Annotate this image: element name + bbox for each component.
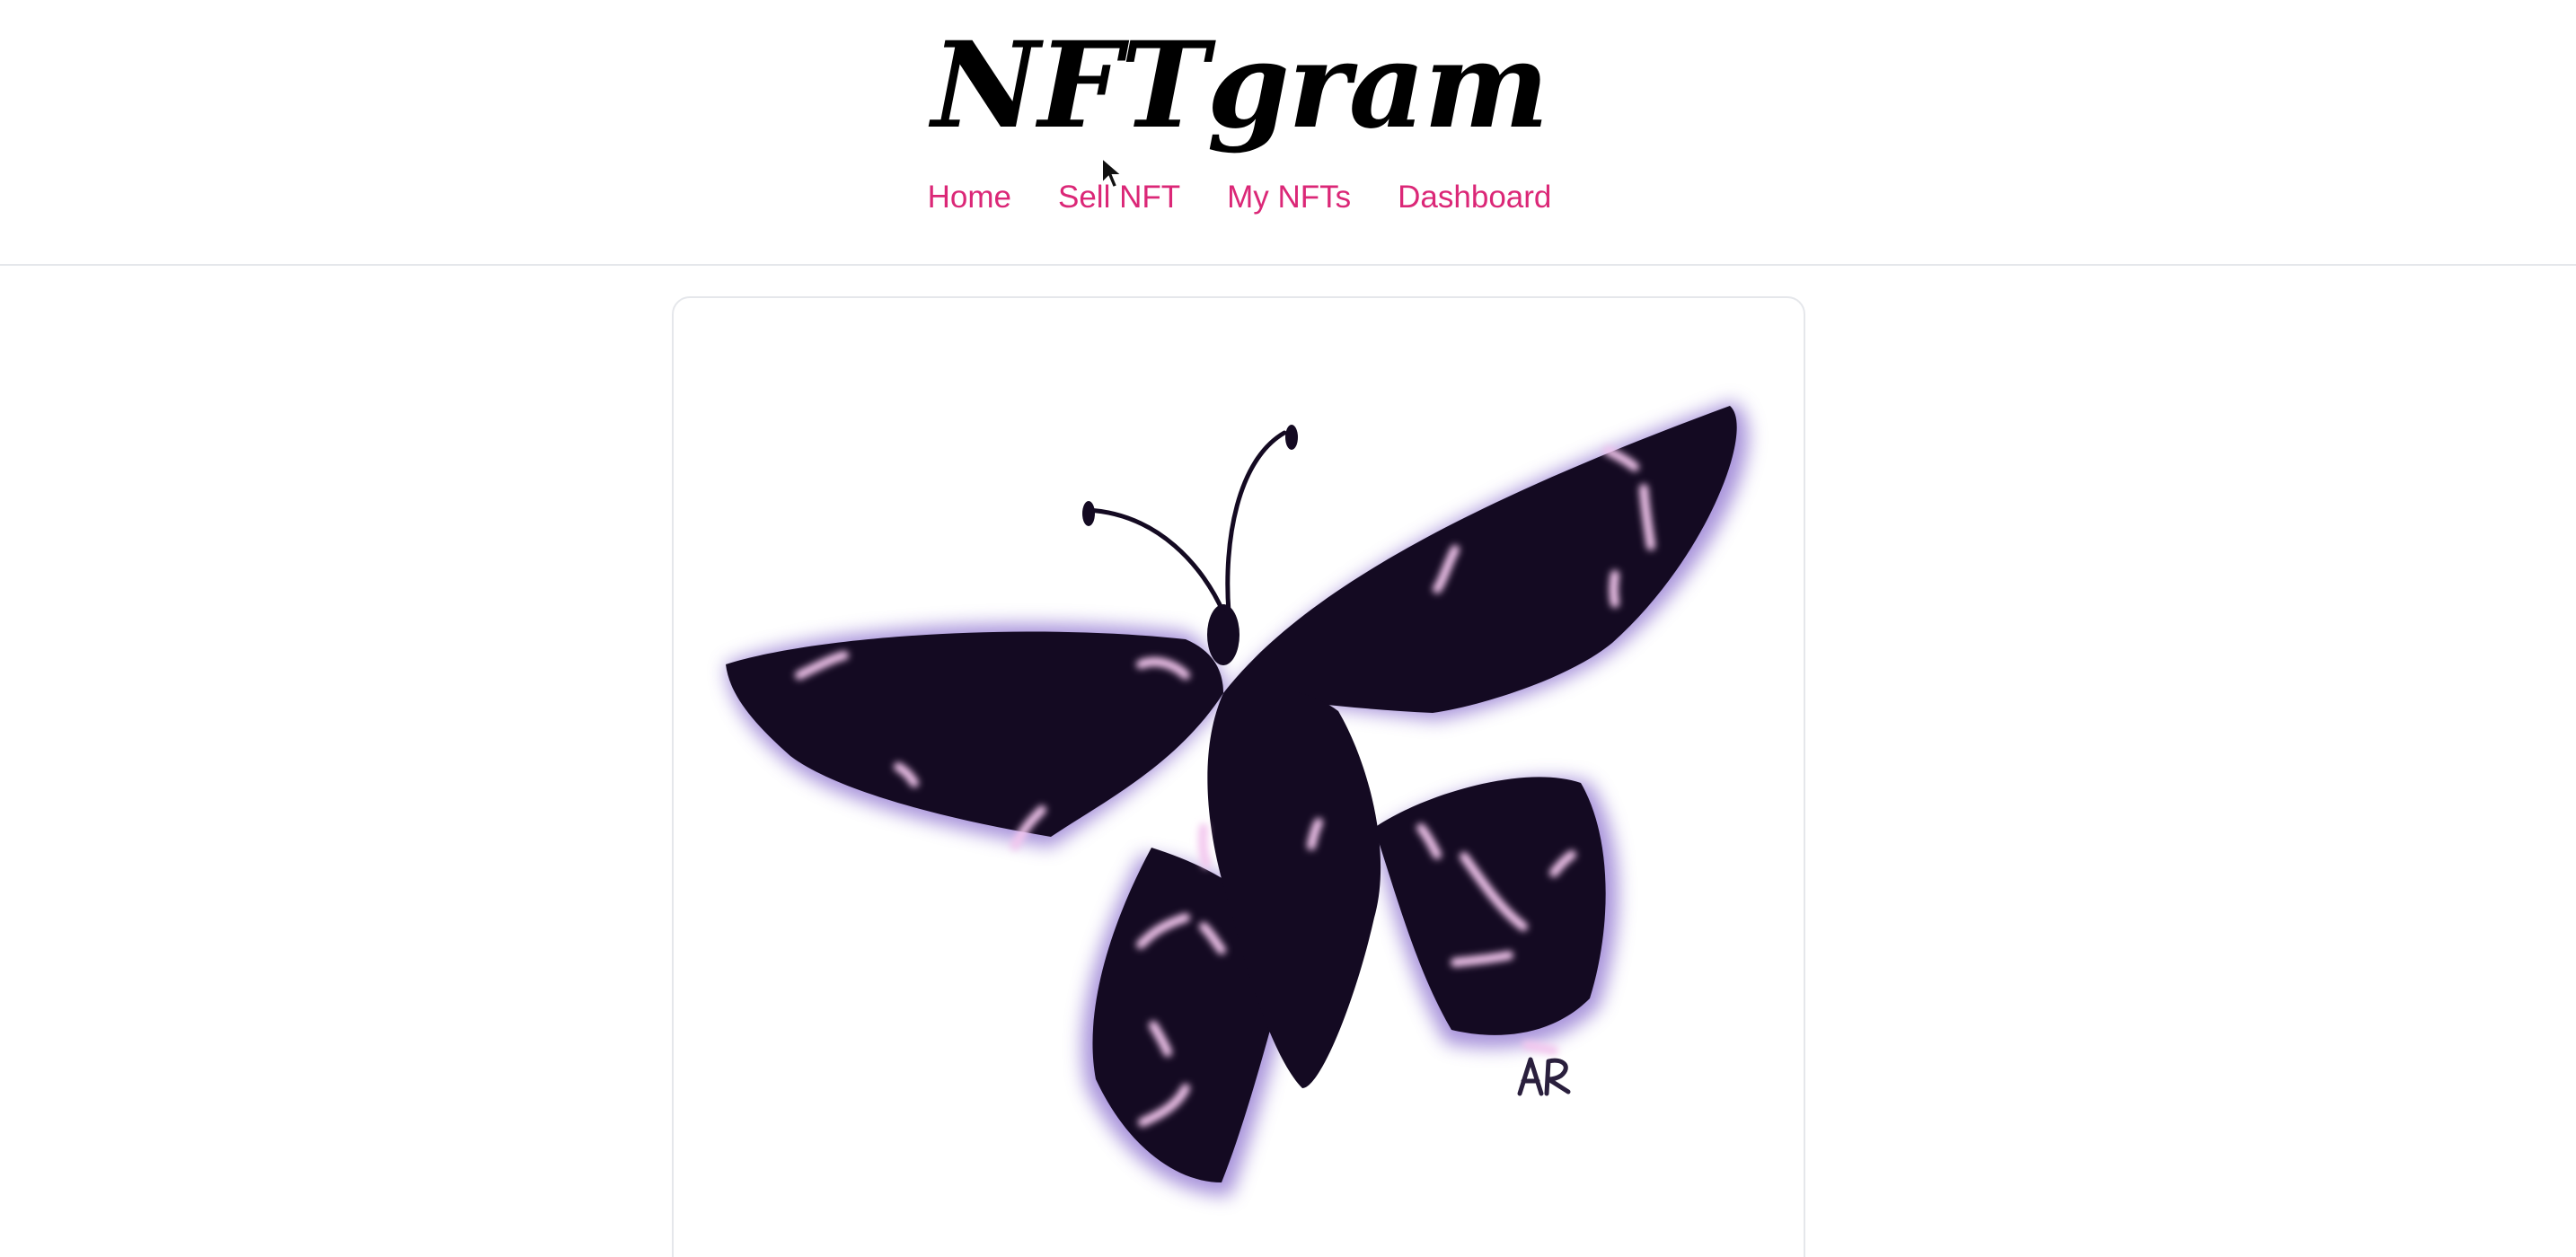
butterfly-nft-image[interactable]: [674, 298, 1805, 1257]
site-header: NFTgram Home Sell NFT My NFTs Dashboard: [0, 0, 2576, 266]
artist-signature: [1517, 1057, 1571, 1096]
butterfly-antennae: [1084, 430, 1287, 615]
site-logo[interactable]: NFTgram: [0, 14, 2479, 158]
nav-link-home[interactable]: Home: [928, 171, 1011, 224]
nft-card[interactable]: [672, 296, 1805, 1257]
antenna-tip-left: [1082, 501, 1095, 526]
mouse-pointer-icon: [1101, 156, 1125, 189]
antenna-tip-right: [1285, 425, 1298, 450]
nav-link-dashboard[interactable]: Dashboard: [1398, 171, 1551, 224]
nav-link-my-nfts[interactable]: My NFTs: [1227, 171, 1351, 224]
main-nav: Home Sell NFT My NFTs Dashboard: [0, 171, 2479, 224]
